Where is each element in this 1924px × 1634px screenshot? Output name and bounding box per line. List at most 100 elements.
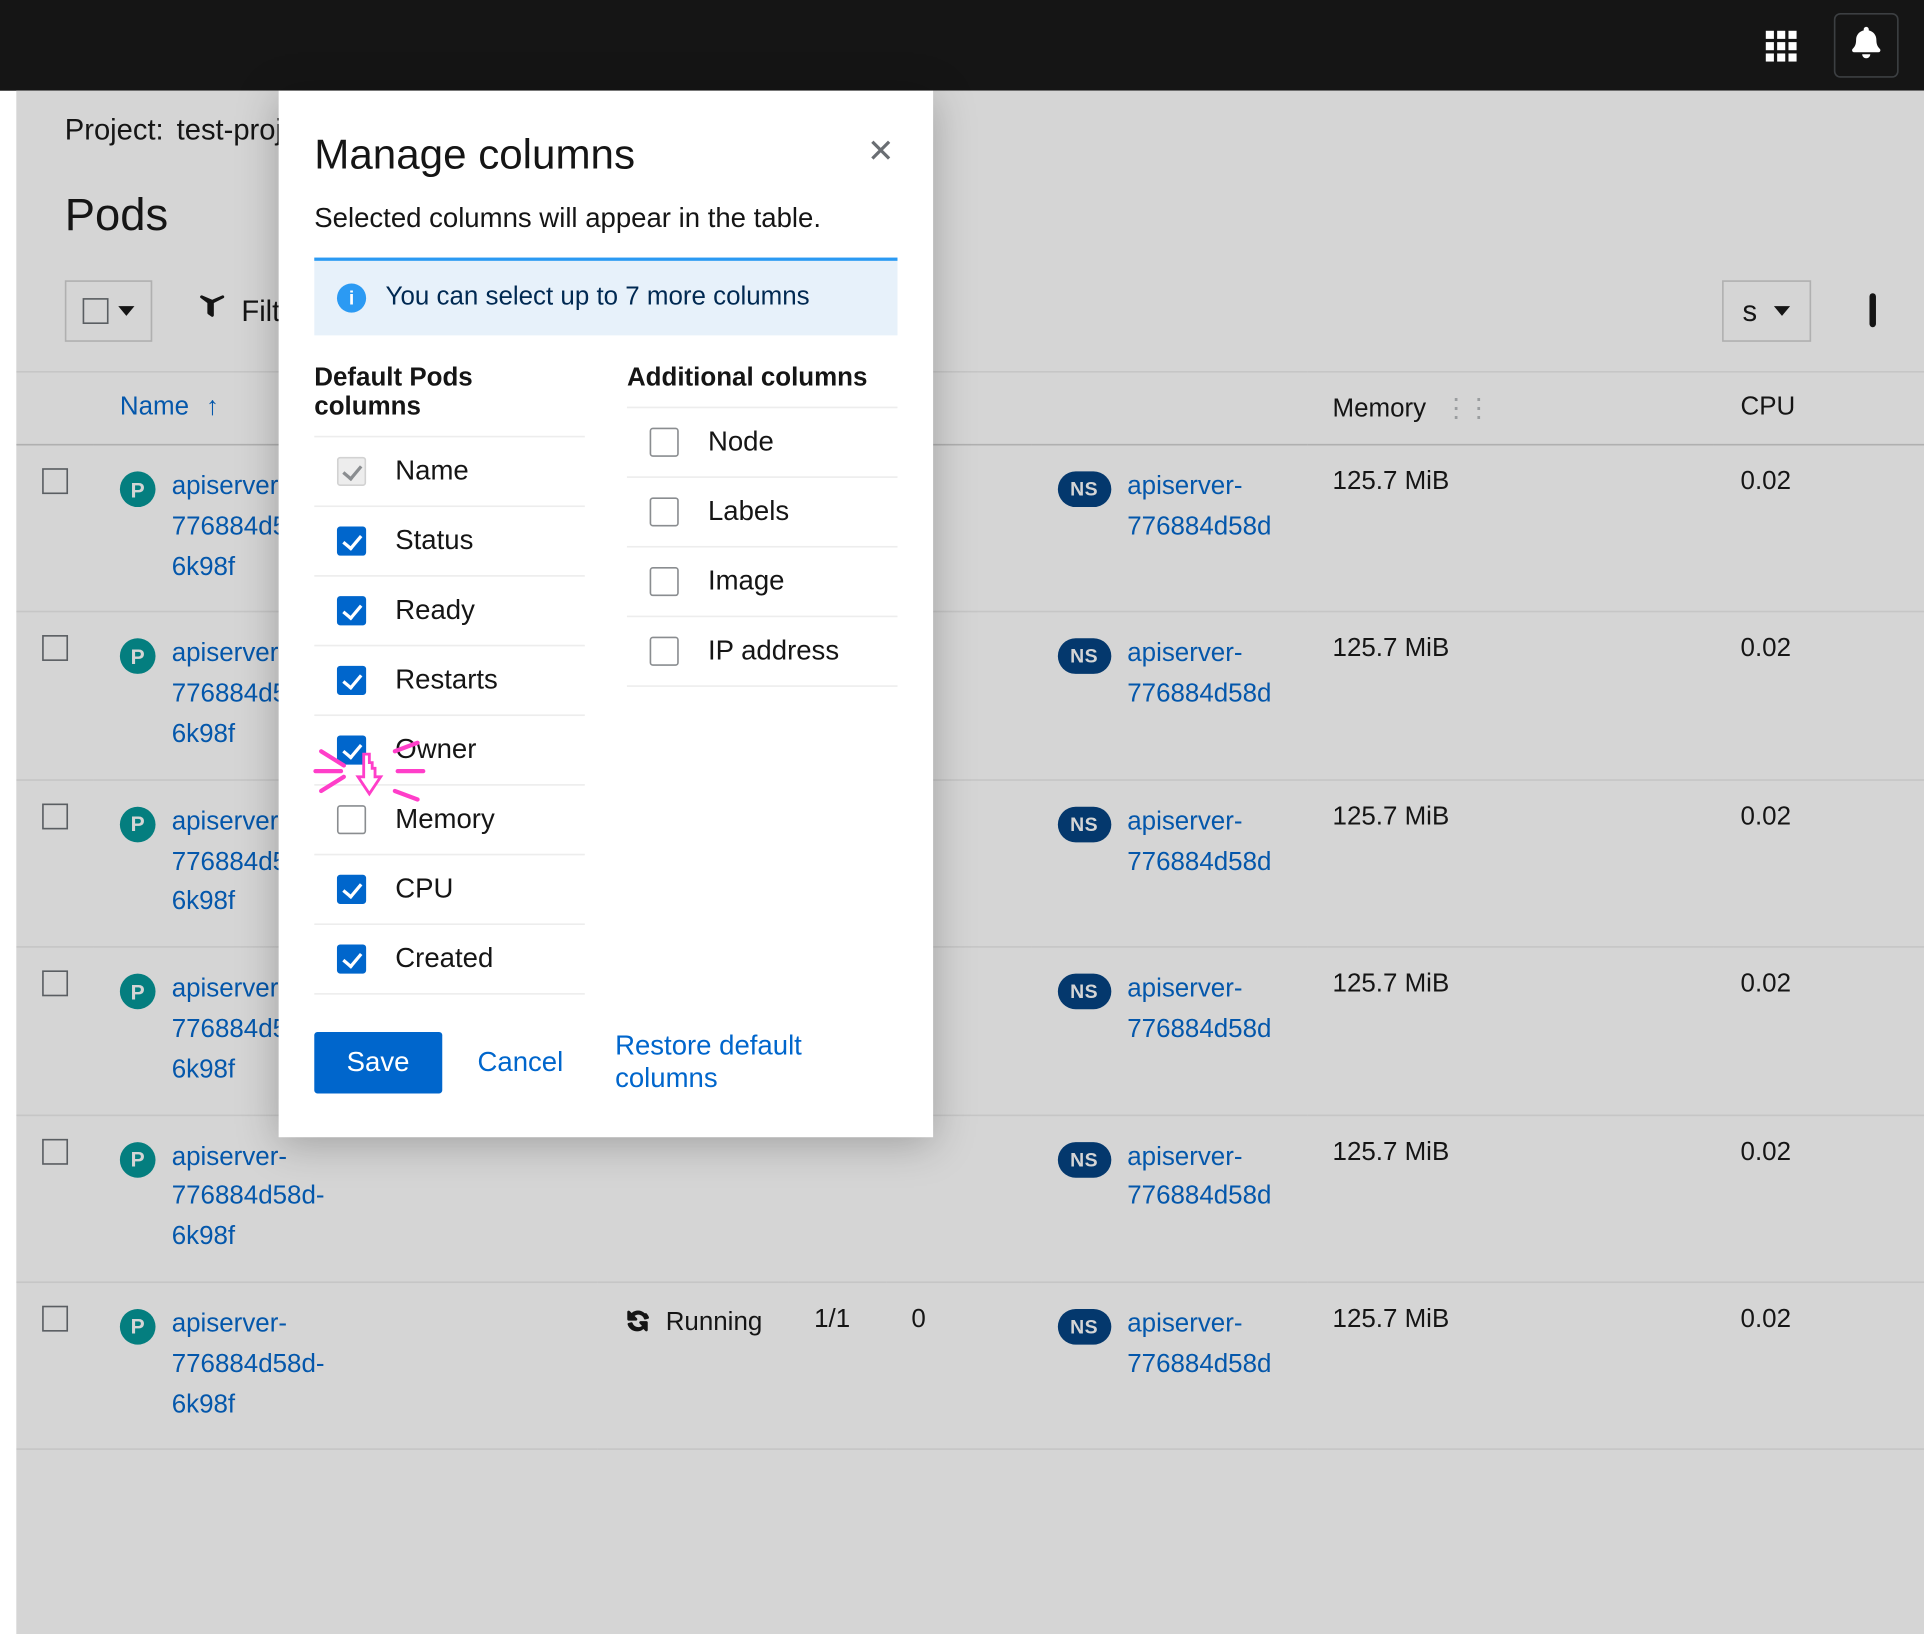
pod-memory: 125.7 MiB [1333,803,1450,831]
info-icon: i [337,284,366,313]
pod-restarts: 0 [911,1306,925,1334]
right-dropdown[interactable]: s [1721,280,1810,342]
default-column-option-label: CPU [395,873,453,905]
row-checkbox[interactable] [42,468,68,494]
owner-link[interactable]: apiserver-776884d58d [1127,1306,1271,1386]
pod-cpu: 0.02 [1741,803,1791,831]
default-column-option[interactable]: CPU [314,855,585,925]
default-column-option[interactable]: Created [314,925,585,995]
modal-title: Manage columns [314,130,635,180]
checkbox-icon[interactable] [650,567,679,596]
checkbox-icon[interactable] [337,527,366,556]
additional-column-option-label: Node [708,426,774,458]
owner-link[interactable]: apiserver-776884d58d [1127,1138,1271,1218]
columns-icon [1869,293,1875,327]
owner-link[interactable]: apiserver-776884d58d [1127,636,1271,716]
col-cpu[interactable]: CPU [1715,372,1924,445]
bell-icon [1849,25,1881,66]
default-column-option-label: Memory [395,804,494,836]
default-column-option-label: Ready [395,595,475,627]
row-checkbox[interactable] [42,636,68,662]
default-column-option[interactable]: Memory [314,786,585,856]
row-checkbox[interactable] [42,803,68,829]
owner-link[interactable]: apiserver-776884d58d [1127,468,1271,548]
modal-info-text: You can select up to 7 more columns [386,284,810,313]
checkbox-icon[interactable] [337,735,366,764]
pod-badge-icon: P [120,471,156,507]
default-column-option-label: Owner [395,734,476,766]
owner-badge-icon: NS [1057,471,1111,507]
project-label: Project: [65,113,164,147]
bulk-select[interactable] [65,280,152,342]
pod-memory: 125.7 MiB [1333,468,1450,496]
save-button[interactable]: Save [314,1032,442,1094]
owner-badge-icon: NS [1057,974,1111,1010]
row-checkbox[interactable] [42,971,68,997]
col-owner[interactable] [1031,372,1306,445]
pod-badge-icon: P [120,806,156,842]
caret-down-icon [1773,306,1789,316]
modal-subtitle: Selected columns will appear in the tabl… [314,203,897,235]
manage-columns-button[interactable] [1869,296,1875,325]
col-checkbox [16,372,94,445]
right-dropdown-text: s [1743,294,1758,328]
checkbox-icon[interactable] [650,497,679,526]
restore-defaults-button[interactable]: Restore default columns [615,1030,897,1095]
caret-down-icon [118,306,134,316]
checkbox-icon[interactable] [337,875,366,904]
additional-column-option-label: IP address [708,635,839,667]
pod-row: P apiserver-776884d58d-6k98f Running 1/1… [16,1282,1924,1449]
owner-badge-icon: NS [1057,1141,1111,1177]
row-checkbox[interactable] [42,1138,68,1164]
default-column-option[interactable]: Status [314,507,585,577]
additional-column-option[interactable]: Node [627,407,898,478]
default-column-option-label: Status [395,525,473,557]
modal-close-button[interactable]: ✕ [864,130,898,175]
masthead [0,0,1924,91]
pod-badge-icon: P [120,974,156,1010]
owner-link[interactable]: apiserver-776884d58d [1127,971,1271,1051]
notifications-button[interactable] [1833,13,1898,78]
default-columns-heading: Default Pods columns [314,365,585,423]
sort-indicator-icon: ⋮⋮ [1443,395,1488,423]
row-checkbox[interactable] [42,1306,68,1332]
default-column-option[interactable]: Ready [314,577,585,647]
owner-badge-icon: NS [1057,1309,1111,1345]
apps-grid-icon [1766,30,1797,61]
manage-columns-modal: Manage columns ✕ Selected columns will a… [279,91,933,1138]
pod-name-link[interactable]: apiserver-776884d58d-6k98f [172,1138,325,1259]
col-memory[interactable]: Memory ⋮⋮ [1307,372,1715,445]
app-launcher-button[interactable] [1749,13,1814,78]
checkbox-icon[interactable] [337,457,366,486]
pod-badge-icon: P [120,1141,156,1177]
default-column-option[interactable]: Owner [314,716,585,786]
additional-columns-heading: Additional columns [627,365,898,394]
additional-column-option[interactable]: Labels [627,478,898,548]
checkbox-icon [83,298,109,324]
default-column-option[interactable]: Restarts [314,646,585,716]
default-column-option[interactable]: Name [314,436,585,507]
checkbox-icon[interactable] [337,805,366,834]
filter-icon [199,294,225,328]
default-column-option-label: Restarts [395,664,498,696]
pod-name-link[interactable]: apiserver-776884d58d-6k98f [172,1306,325,1427]
pod-memory: 125.7 MiB [1333,1306,1450,1334]
owner-link[interactable]: apiserver-776884d58d [1127,803,1271,883]
col-memory-label: Memory [1333,395,1427,423]
additional-column-option-label: Image [708,565,785,597]
additional-column-option[interactable]: Image [627,548,898,618]
checkbox-icon[interactable] [650,637,679,666]
pod-cpu: 0.02 [1741,636,1791,664]
cancel-button[interactable]: Cancel [477,1047,563,1079]
pod-cpu: 0.02 [1741,1306,1791,1334]
checkbox-icon[interactable] [650,428,679,457]
checkbox-icon[interactable] [337,944,366,973]
checkbox-icon[interactable] [337,596,366,625]
pod-memory: 125.7 MiB [1333,636,1450,664]
checkbox-icon[interactable] [337,666,366,695]
pod-cpu: 0.02 [1741,468,1791,496]
default-column-option-label: Name [395,455,468,487]
pod-memory: 125.7 MiB [1333,1138,1450,1166]
pod-badge-icon: P [120,639,156,675]
additional-column-option[interactable]: IP address [627,617,898,687]
